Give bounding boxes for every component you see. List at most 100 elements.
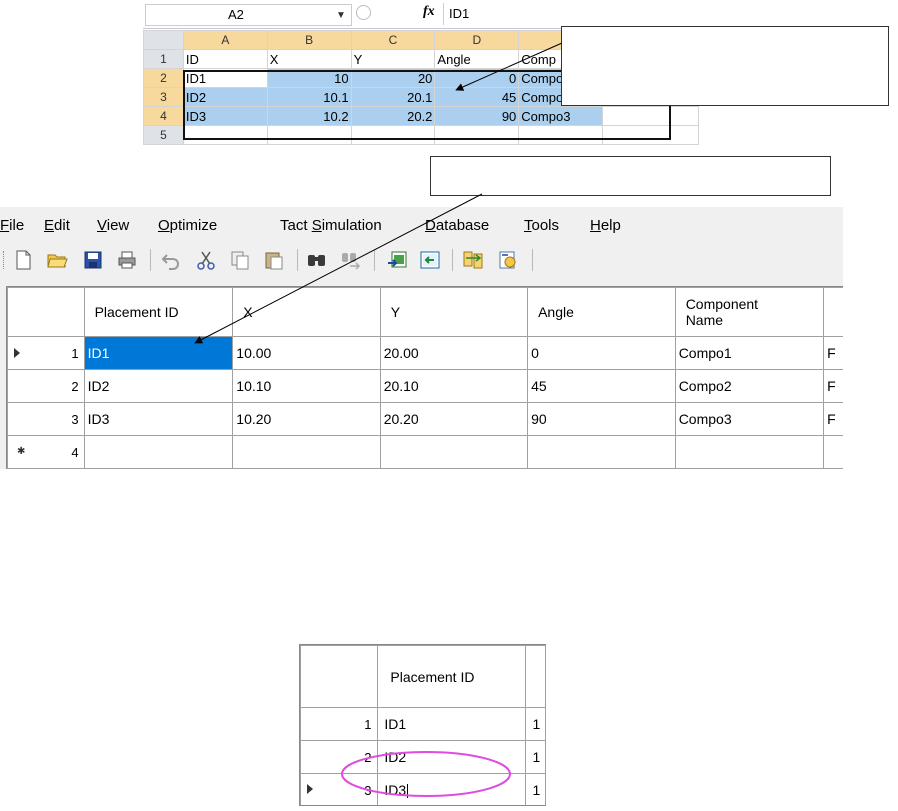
fx-icon[interactable]: fx (423, 4, 435, 20)
row-header[interactable]: 5 (143, 125, 184, 145)
menu-database[interactable]: Database (425, 217, 489, 234)
cell[interactable]: ID2 (83, 369, 234, 403)
current-cell[interactable]: ID1 (83, 336, 234, 370)
column-header[interactable] (823, 287, 843, 337)
cell[interactable]: 1 (525, 740, 546, 774)
row-header[interactable]: 1 (7, 336, 85, 370)
cell[interactable]: Angle (434, 49, 520, 69)
cell[interactable]: 20.20 (379, 402, 529, 436)
cell[interactable]: ID3 (83, 402, 234, 436)
cell[interactable]: 1 (525, 773, 546, 805)
row-header[interactable]: 1 (300, 707, 379, 741)
import-icon[interactable] (386, 249, 408, 271)
undo-icon[interactable] (160, 249, 182, 271)
row-header[interactable]: 3 (300, 773, 379, 805)
cell[interactable] (823, 435, 843, 469)
cell[interactable]: 0 (527, 336, 676, 370)
table-row[interactable]: 1 ID1 10.00 20.00 0 Compo1 F (7, 336, 843, 370)
row-header[interactable]: 1 (143, 49, 184, 69)
cell[interactable]: F (823, 369, 843, 403)
cell[interactable] (379, 435, 529, 469)
active-cell[interactable]: ID1 (182, 68, 268, 88)
cell[interactable]: F (823, 336, 843, 370)
cell[interactable] (83, 435, 234, 469)
print-icon[interactable] (116, 249, 138, 271)
cell[interactable]: 10 (266, 68, 352, 88)
column-header[interactable]: A (182, 30, 268, 50)
column-header[interactable]: B (266, 30, 352, 50)
new-row[interactable]: ✱ 4 (7, 435, 843, 469)
column-header-placement-id[interactable]: Placement ID (377, 645, 527, 708)
cell[interactable]: 20.10 (379, 369, 529, 403)
cell[interactable]: 45 (527, 369, 676, 403)
column-header-x[interactable]: X (232, 287, 381, 337)
cell[interactable]: 45 (434, 87, 520, 107)
cell[interactable]: 10.1 (266, 87, 352, 107)
cell[interactable]: F (823, 402, 843, 436)
select-all-corner[interactable] (143, 30, 184, 50)
column-header-component-name[interactable]: Component Name (674, 287, 825, 337)
row-header[interactable]: 2 (7, 369, 85, 403)
cell[interactable] (266, 125, 352, 145)
table-row[interactable]: 3 ID3 1 (300, 773, 546, 805)
copy-icon[interactable] (229, 249, 251, 271)
save-icon[interactable] (82, 249, 104, 271)
menu-view[interactable]: View (97, 217, 129, 234)
cell[interactable] (602, 125, 699, 145)
find-icon[interactable] (306, 249, 328, 271)
cell[interactable]: 0 (434, 68, 520, 88)
name-box-dropdown-icon[interactable]: ▼ (336, 6, 346, 26)
find-next-icon[interactable] (340, 249, 362, 271)
menu-tools[interactable]: Tools (524, 217, 559, 234)
menu-edit[interactable]: Edit (44, 217, 70, 234)
menu-tact-simulation[interactable]: Tact Simulation (280, 217, 382, 234)
cell[interactable]: 20 (350, 68, 436, 88)
cell[interactable]: 90 (527, 402, 676, 436)
table-row[interactable]: 2 ID2 1 (300, 740, 546, 774)
cell[interactable] (232, 435, 381, 469)
table-row[interactable]: 3 ID3 10.20 20.20 90 Compo3 F (7, 402, 843, 436)
name-box[interactable]: A2 ▼ (145, 4, 352, 26)
cell[interactable]: 20.2 (350, 106, 436, 126)
cell[interactable]: ID2 (182, 87, 268, 107)
cell[interactable]: 10.10 (232, 369, 381, 403)
cell[interactable] (674, 435, 825, 469)
cell[interactable]: 10.2 (266, 106, 352, 126)
cell[interactable] (350, 125, 436, 145)
column-header-y[interactable]: Y (379, 287, 529, 337)
column-header[interactable] (525, 645, 546, 708)
open-folder-icon[interactable] (46, 249, 68, 271)
cell[interactable] (518, 125, 604, 145)
toolbar-grip[interactable] (3, 251, 7, 269)
row-header[interactable]: 4 (143, 106, 184, 126)
sync-icon[interactable] (462, 249, 484, 271)
export-icon[interactable] (419, 249, 441, 271)
cell[interactable]: Compo3 (674, 402, 825, 436)
editing-cell[interactable]: ID3 (377, 773, 527, 805)
cell[interactable]: Compo1 (674, 336, 825, 370)
cell[interactable]: 10.00 (232, 336, 381, 370)
row-header[interactable]: ✱ 4 (7, 435, 85, 469)
cell[interactable]: X (266, 49, 352, 69)
row-header[interactable]: 2 (300, 740, 379, 774)
cell[interactable]: Compo3 (518, 106, 604, 126)
column-header[interactable]: D (434, 30, 520, 50)
settings-icon[interactable] (497, 249, 519, 271)
cell[interactable]: ID2 (377, 740, 527, 774)
cell[interactable]: 1 (525, 707, 546, 741)
cell[interactable]: 20.1 (350, 87, 436, 107)
column-header-placement-id[interactable]: Placement ID (83, 287, 234, 337)
row-header[interactable]: 2 (143, 68, 184, 88)
row-header[interactable]: 3 (7, 402, 85, 436)
menu-help[interactable]: Help (590, 217, 621, 234)
cell[interactable]: ID1 (377, 707, 527, 741)
cut-icon[interactable] (195, 249, 217, 271)
menu-optimize[interactable]: Optimize (158, 217, 217, 234)
row-header[interactable]: 3 (143, 87, 184, 107)
cell[interactable] (527, 435, 676, 469)
new-file-icon[interactable] (12, 249, 34, 271)
column-header-angle[interactable]: Angle (527, 287, 676, 337)
cell[interactable] (182, 125, 268, 145)
formula-input[interactable]: ID1 (443, 3, 699, 25)
cell[interactable]: 20.00 (379, 336, 529, 370)
